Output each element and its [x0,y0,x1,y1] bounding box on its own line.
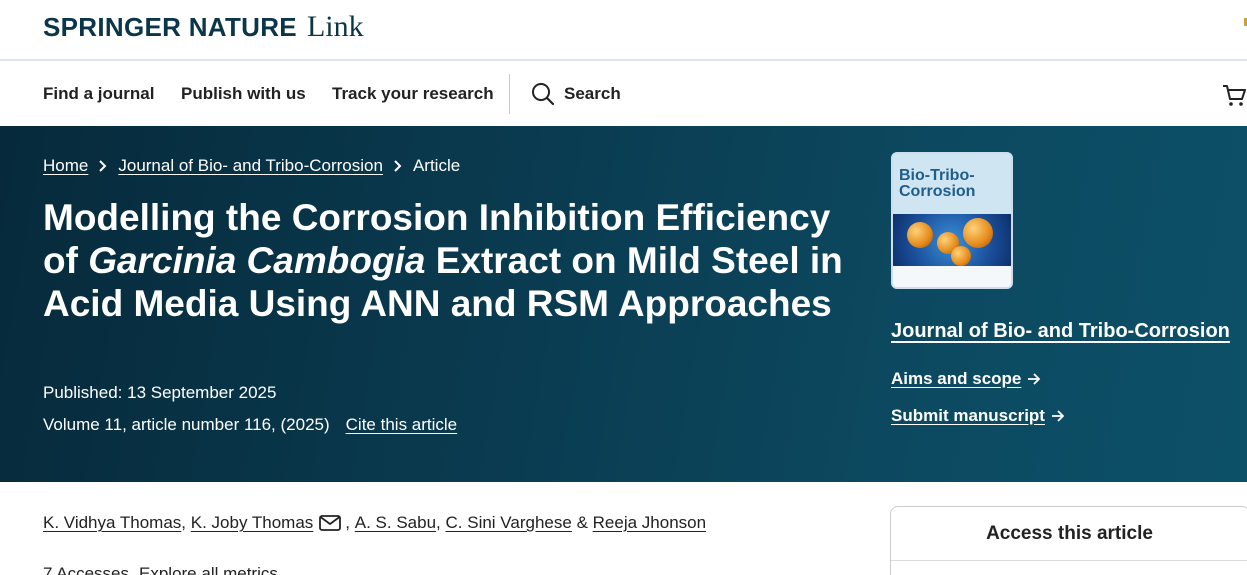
chevron-right-icon [394,160,402,172]
metrics-bar: 7 Accesses Explore all metrics [43,564,278,575]
author-link[interactable]: A. S. Sabu [355,513,436,533]
chevron-right-icon [99,160,107,172]
mail-icon[interactable] [319,515,342,531]
explore-metrics-link[interactable]: Explore all metrics [139,564,278,575]
accesses-count: 7 Accesses [43,564,129,575]
submit-manuscript-label: Submit manuscript [891,406,1045,425]
author-link[interactable]: Reeja Jhonson [593,513,706,533]
cover-particle [907,222,933,248]
breadcrumb: Home Journal of Bio- and Tribo-Corrosion… [43,156,460,176]
logo[interactable]: SPRINGER NATURE Link [43,10,364,44]
volume-text: Volume 11, article number 116, (2025) [43,415,330,434]
nav-find-journal[interactable]: Find a journal [43,84,154,104]
nav-track-research[interactable]: Track your research [332,84,494,104]
aims-scope-link[interactable]: Aims and scope [891,369,1041,389]
article-hero: Home Journal of Bio- and Tribo-Corrosion… [0,126,1247,482]
search-icon [532,83,555,106]
aims-scope-label: Aims and scope [891,369,1022,388]
cover-footer [893,266,1011,287]
access-divider [891,560,1247,561]
author-separator: , [436,513,441,532]
page-title: Modelling the Corrosion Inhibition Effic… [43,196,843,325]
cover-title: Bio-Tribo-Corrosion [899,167,976,200]
search-button[interactable]: Search [531,82,621,106]
logo-link: Link [306,10,364,43]
arrow-right-icon [1051,410,1065,422]
brand-bar: SPRINGER NATURE Link [0,0,1247,61]
logo-springer-nature: SPRINGER NATURE [43,12,297,42]
arrow-right-icon [1028,373,1041,385]
author-list: K. Vidhya Thomas, K. Joby Thomas , A. S.… [43,513,706,533]
nav-divider [509,74,510,114]
breadcrumb-journal[interactable]: Journal of Bio- and Tribo-Corrosion [118,156,383,176]
author-link[interactable]: C. Sini Varghese [446,513,572,533]
author-link[interactable]: K. Joby Thomas [191,513,314,533]
access-title: Access this article [986,523,1153,544]
breadcrumb-home[interactable]: Home [43,156,88,176]
nav-publish[interactable]: Publish with us [181,84,306,104]
cart-icon[interactable] [1222,83,1246,107]
author-link[interactable]: K. Vidhya Thomas [43,513,181,533]
cover-particle [963,218,993,248]
search-label: Search [564,84,621,103]
submit-manuscript-link[interactable]: Submit manuscript [891,406,1065,426]
author-separator: , [181,513,187,532]
journal-cover[interactable]: Bio-Tribo-Corrosion [891,152,1013,289]
breadcrumb-current: Article [412,156,461,175]
cover-particle [951,246,971,266]
title-italic: Garcinia Cambogia [88,240,426,281]
cover-image [893,214,1011,270]
journal-name-link[interactable]: Journal of Bio- and Tribo-Corrosion [891,320,1230,343]
access-panel: Access this article [890,506,1247,575]
cite-article-link[interactable]: Cite this article [346,415,457,435]
published-date: Published: 13 September 2025 [43,383,277,402]
main-nav: Find a journal Publish with us Track you… [0,63,1247,126]
author-ampersand: & [576,513,588,532]
volume-info: Volume 11, article number 116, (2025) Ci… [43,415,457,435]
author-separator: , [345,513,351,532]
